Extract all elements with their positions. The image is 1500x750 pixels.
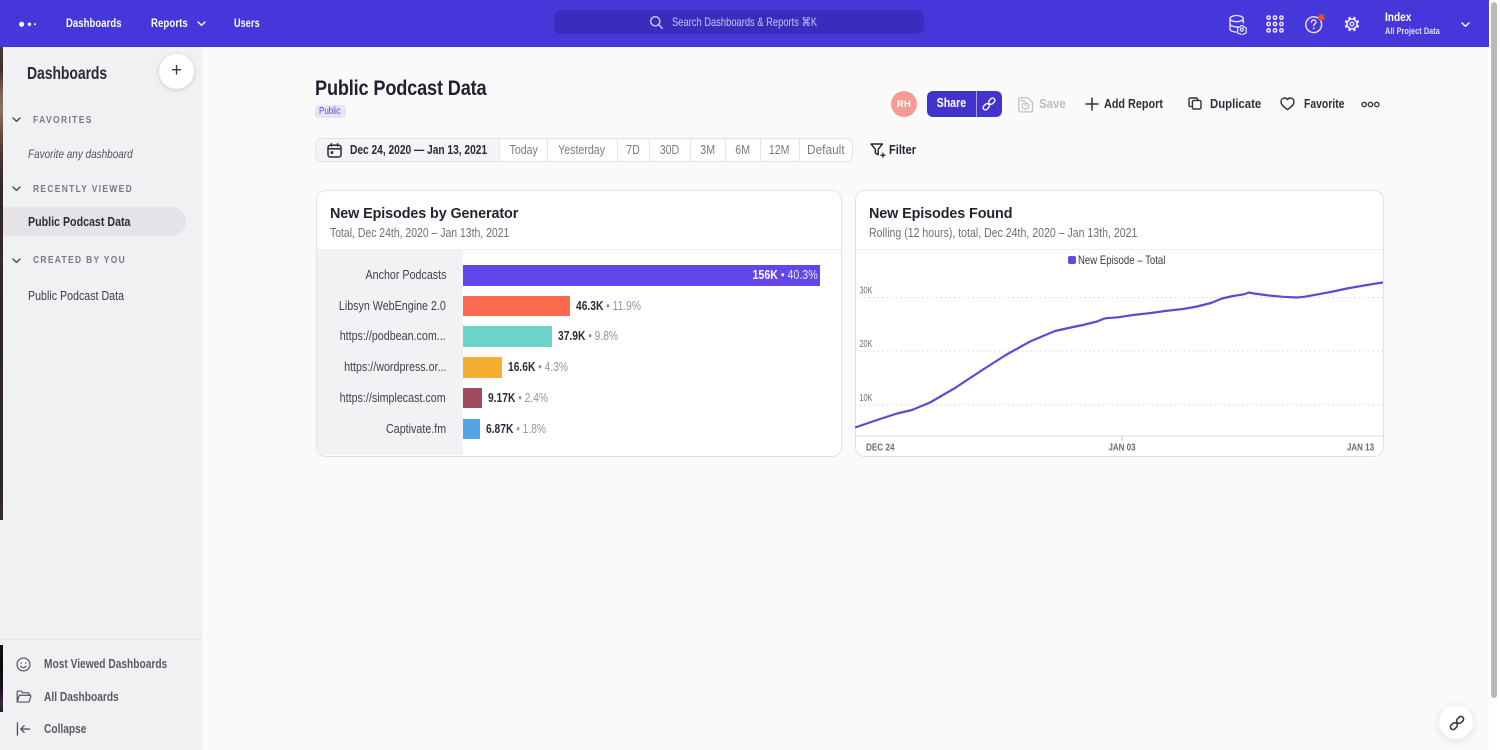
svg-text:JAN 13: JAN 13 — [1347, 442, 1374, 454]
svg-text:30K: 30K — [860, 285, 873, 297]
svg-text:10K: 10K — [860, 392, 873, 404]
svg-text:20K: 20K — [860, 338, 873, 350]
svg-text:JAN 03: JAN 03 — [1109, 442, 1136, 454]
svg-text:DEC 24: DEC 24 — [866, 442, 895, 454]
